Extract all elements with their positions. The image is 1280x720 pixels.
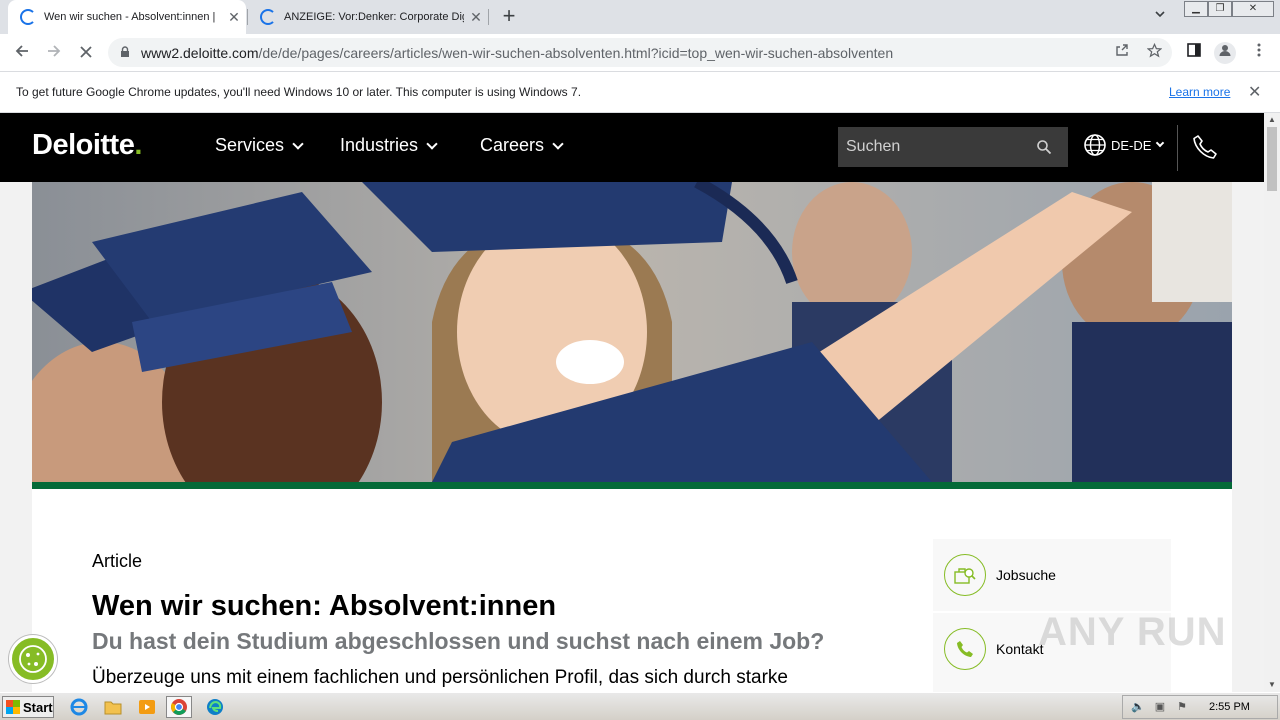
media-player-icon[interactable]	[134, 696, 160, 718]
chevron-down-icon	[426, 137, 438, 150]
tab-inactive[interactable]: ANZEIGE: Vor:Denker: Corporate Dig ✕	[248, 0, 488, 34]
sidebar-item-label: Jobsuche	[996, 567, 1056, 583]
cookie-settings-button[interactable]	[9, 635, 57, 683]
sidebar-item-jobsuche[interactable]: Jobsuche	[933, 539, 1171, 611]
tab-title: ANZEIGE: Vor:Denker: Corporate Dig	[284, 11, 464, 23]
page-title: Wen wir suchen: Absolvent:innen	[92, 590, 557, 622]
scrollbar-thumb[interactable]	[1267, 127, 1277, 191]
file-explorer-icon[interactable]	[100, 696, 126, 718]
page-viewport: Deloitte. Services Industries Careers Su…	[0, 113, 1264, 692]
close-infobar-icon[interactable]: ✕	[1248, 82, 1261, 102]
article-lead-text: Überzeuge uns mit einem fachlichen und p…	[92, 667, 788, 688]
kebab-menu-icon[interactable]	[1248, 42, 1270, 64]
sidebar-item-label: Kontakt	[996, 641, 1044, 657]
browser-toolbar: www2.deloitte.com/de/de/pages/careers/ar…	[0, 34, 1280, 71]
tab-search-chevron-icon[interactable]	[1150, 8, 1170, 26]
close-window-button[interactable]: ✕	[1232, 1, 1274, 17]
language-selector[interactable]: DE-DE	[1083, 133, 1165, 157]
hero-image-graduates	[32, 182, 1232, 482]
forward-arrow-icon[interactable]	[41, 40, 67, 66]
windows-logo-icon	[6, 700, 20, 714]
url-text: www2.deloitte.com/de/de/pages/careers/ar…	[141, 45, 894, 61]
profile-avatar-icon[interactable]	[1214, 42, 1236, 64]
phone-icon[interactable]	[1191, 133, 1219, 161]
scroll-up-arrow-icon[interactable]: ▲	[1264, 113, 1280, 127]
windows-taskbar: Start 🔈 ▣ ⚑ 2:55 PM	[0, 692, 1280, 720]
tab-divider	[488, 9, 489, 25]
edge-icon[interactable]	[202, 696, 228, 718]
loading-spinner-icon	[20, 9, 36, 25]
tab-title: Wen wir suchen - Absolvent:innen |	[44, 11, 216, 23]
page-subtitle: Du hast dein Studium abgeschlossen und s…	[92, 628, 825, 654]
phone-icon	[944, 628, 986, 670]
hero-accent-bar	[32, 482, 1232, 489]
address-bar[interactable]: www2.deloitte.com/de/de/pages/careers/ar…	[108, 38, 1172, 67]
nav-industries[interactable]: Industries	[340, 135, 438, 156]
network-icon[interactable]: ▣	[1153, 700, 1167, 714]
nav-services[interactable]: Services	[215, 135, 304, 156]
tab-strip: Wen wir suchen - Absolvent:innen | ✕ ANZ…	[0, 0, 1280, 34]
stop-loading-icon[interactable]	[73, 40, 99, 66]
tab-active[interactable]: Wen wir suchen - Absolvent:innen | ✕	[8, 0, 246, 34]
back-arrow-icon[interactable]	[9, 40, 35, 66]
share-icon[interactable]	[1112, 43, 1132, 63]
search-icon[interactable]	[1036, 139, 1052, 155]
clock[interactable]: 2:55 PM	[1209, 701, 1250, 713]
minimize-button[interactable]: ▁	[1184, 1, 1208, 17]
bookmark-star-icon[interactable]	[1144, 42, 1164, 63]
new-tab-button[interactable]: +	[496, 4, 522, 30]
tab-close-button[interactable]: ✕	[222, 9, 246, 26]
learn-more-link[interactable]: Learn more	[1169, 85, 1230, 99]
site-header: Deloitte. Services Industries Careers Su…	[0, 113, 1264, 182]
article-content: Article Wen wir suchen: Absolvent:innen …	[32, 489, 1232, 692]
speaker-icon[interactable]: 🔈	[1131, 700, 1145, 714]
loading-spinner-icon	[260, 9, 276, 25]
chevron-down-icon	[552, 137, 564, 150]
chrome-icon[interactable]	[166, 696, 192, 718]
language-label: DE-DE	[1111, 137, 1152, 153]
cookie-icon	[19, 645, 47, 673]
chevron-down-icon	[292, 137, 304, 150]
article-type-label: Article	[92, 551, 143, 571]
header-divider	[1177, 125, 1178, 171]
site-search-input[interactable]: Suchen	[838, 127, 1068, 167]
system-tray: 🔈 ▣ ⚑ 2:55 PM	[1122, 695, 1278, 719]
start-button[interactable]: Start	[2, 696, 54, 718]
chevron-down-icon	[1156, 138, 1165, 148]
infobar-message: To get future Google Chrome updates, you…	[16, 85, 582, 99]
tab-close-button[interactable]: ✕	[464, 9, 488, 26]
deloitte-logo[interactable]: Deloitte.	[32, 129, 142, 162]
action-center-flag-icon[interactable]: ⚑	[1175, 700, 1189, 714]
globe-icon	[1084, 134, 1106, 156]
restore-button[interactable]: ❐	[1208, 1, 1232, 17]
nav-careers[interactable]: Careers	[480, 135, 564, 156]
anyrun-watermark: ANY RUN	[1038, 610, 1227, 654]
internet-explorer-icon[interactable]	[66, 696, 92, 718]
scroll-down-arrow-icon[interactable]: ▼	[1264, 678, 1280, 692]
page-scrollbar[interactable]: ▲ ▼	[1264, 113, 1280, 692]
update-infobar: To get future Google Chrome updates, you…	[0, 71, 1280, 113]
job-search-icon	[944, 554, 986, 596]
lock-icon	[121, 46, 129, 57]
search-placeholder: Suchen	[846, 138, 901, 155]
side-panel-icon[interactable]	[1183, 42, 1205, 64]
